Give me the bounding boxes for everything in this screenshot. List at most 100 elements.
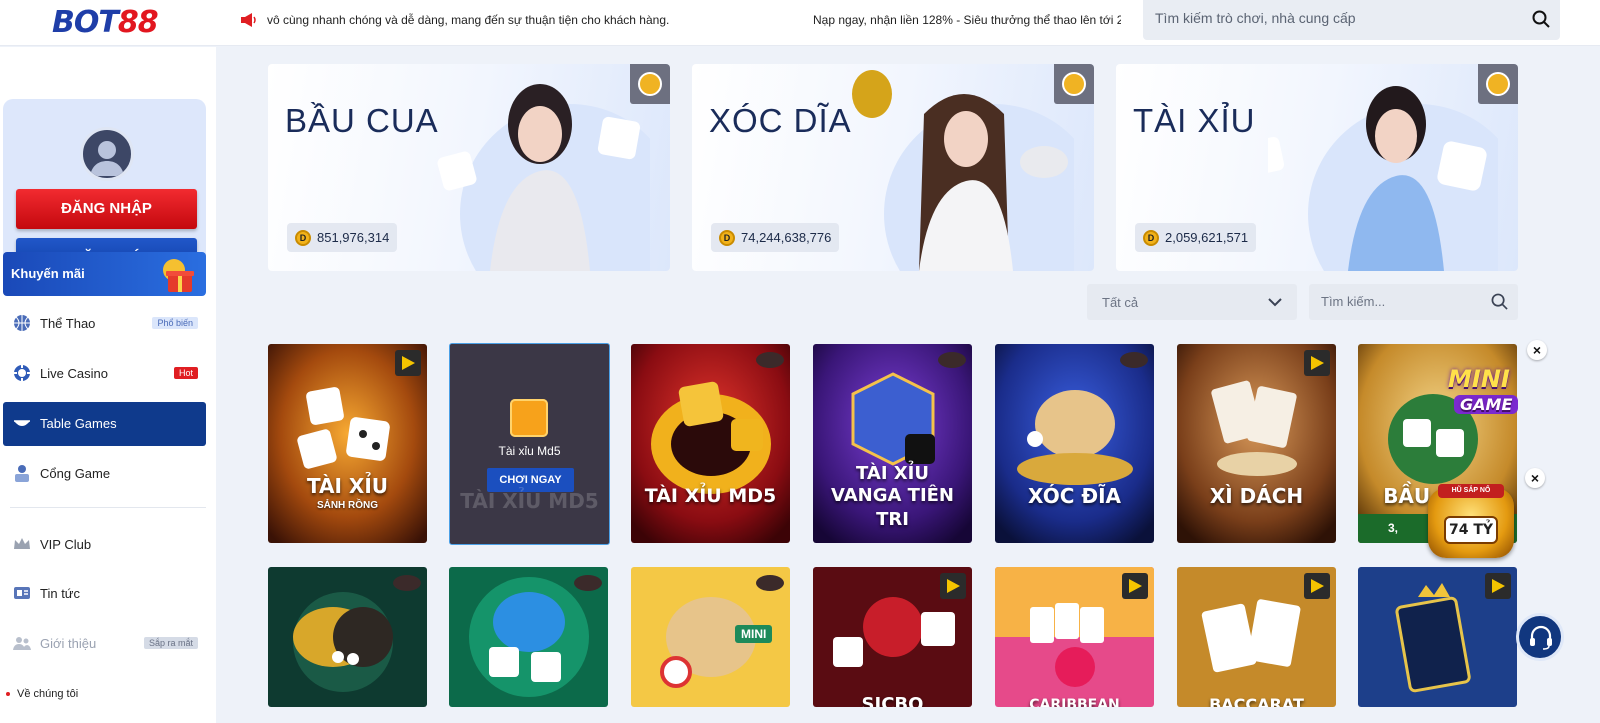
provider-badge-icon xyxy=(756,575,784,591)
game-card-tai-xiu-md5-hover[interactable]: Tài xỉu Md5 CHƠI NGAY TÀI XỈU MD5 xyxy=(449,343,610,545)
sidebar-item-promotions[interactable]: Khuyến mãi xyxy=(3,252,206,296)
game-card-row2-7[interactable] xyxy=(1358,567,1517,707)
sidebar-divider xyxy=(10,507,206,508)
banner-tai-xiu[interactable]: TÀI XỈU D 2,059,621,571 xyxy=(1116,64,1518,271)
sidebar-item-label: VIP Club xyxy=(40,537,92,552)
gift-icon xyxy=(163,259,194,292)
sidebar-item-label: Tin tức xyxy=(40,586,81,601)
game-card-sicbo[interactable]: SICBO xyxy=(813,567,972,707)
status-badge: Sắp ra mắt xyxy=(143,637,198,649)
provider-badge-icon xyxy=(393,575,421,591)
jackpot-widget[interactable]: HŨ SẮP NỔ 74 TỶ xyxy=(1428,478,1514,562)
game-card-tai-xiu-sanh-rong[interactable]: TÀI XỈU SẢNH RỒNG xyxy=(268,344,427,543)
crown-icon xyxy=(14,538,30,549)
close-icon[interactable]: × xyxy=(1525,468,1545,488)
headset-icon xyxy=(1530,625,1552,650)
sidebar-item-label: Thể Thao xyxy=(40,316,96,331)
top-search-box xyxy=(1143,0,1560,40)
support-button[interactable] xyxy=(1516,613,1564,661)
game-title: TÀI XỈU xyxy=(306,474,389,498)
provider-badge-icon xyxy=(756,352,784,368)
jackpot-value: 74 TỶ xyxy=(1444,516,1498,544)
avatar xyxy=(80,127,134,181)
sidebar-item-vip-club[interactable]: VIP Club xyxy=(3,523,206,567)
game-art xyxy=(995,344,1154,543)
minigame-widget[interactable]: MINI GAME xyxy=(1448,365,1540,435)
jackpot-partial: 3, xyxy=(1388,521,1399,535)
jackpot-amount: D 74,244,638,776 xyxy=(711,223,840,252)
game-card-baccarat[interactable]: BACCARAT xyxy=(1177,567,1336,707)
sidebar-item-label: Khuyến mãi xyxy=(11,266,85,281)
sidebar-item-game-portal[interactable]: Cổng Game xyxy=(3,452,206,496)
game-title: TÀI XỈU MD5 xyxy=(644,485,777,507)
sidebar-item-sports[interactable]: Thể Thao Phổ biến xyxy=(3,302,206,346)
provider-badge-icon xyxy=(1120,352,1148,368)
game-title: BACCARAT xyxy=(1209,695,1304,707)
close-icon[interactable]: × xyxy=(1527,340,1547,360)
game-search-input[interactable] xyxy=(1321,294,1481,309)
user-icon xyxy=(90,141,124,176)
provider-badge-icon xyxy=(1304,573,1330,599)
sidebar-item-label: Table Games xyxy=(40,416,117,431)
game-art xyxy=(631,344,790,543)
game-card-row2-3[interactable]: MINI xyxy=(631,567,790,707)
sidebar-item-news[interactable]: Tin tức xyxy=(3,572,206,616)
provider-badge-icon xyxy=(1304,350,1330,376)
table-games-icon xyxy=(14,420,30,426)
banner-title: BẦU CUA xyxy=(285,102,439,139)
search-icon[interactable] xyxy=(1532,10,1550,28)
brand-logo[interactable]: BOT88 xyxy=(52,5,159,40)
people-icon xyxy=(13,637,31,650)
provider-logo-icon xyxy=(630,64,670,104)
marquee-text-2: Nạp ngay, nhận liền 128% - Siêu thưởng t… xyxy=(813,13,1121,27)
sidebar: ĐĂNG NHẬP ĐĂNG KÝ Khuyến mãi Thể Thao Ph… xyxy=(0,47,216,723)
status-badge: Phổ biến xyxy=(152,317,198,329)
provider-badge-icon xyxy=(395,350,421,376)
banner-xoc-dia[interactable]: XÓC DĨA D 74,244,638,776 xyxy=(692,64,1094,271)
sidebar-item-live-casino[interactable]: Live Casino Hot xyxy=(3,352,206,396)
provider-badge-icon xyxy=(938,352,966,368)
game-title: SICBO xyxy=(861,694,924,707)
sidebar-item-label: Giới thiệu xyxy=(40,636,97,651)
sidebar-item-label: Live Casino xyxy=(40,366,108,381)
provider-logo-icon xyxy=(1478,64,1518,104)
mini-tag: MINI xyxy=(735,625,773,643)
about-us-link[interactable]: Về chúng tôi xyxy=(6,688,78,700)
game-card-caribbean[interactable]: CARIBBEAN xyxy=(995,567,1154,707)
banner-title: XÓC DĨA xyxy=(709,102,852,139)
provider-badge-icon xyxy=(940,573,966,599)
megaphone-icon xyxy=(241,13,256,27)
jackpot-amount: D 2,059,621,571 xyxy=(1135,223,1257,252)
game-title: XÌ DÁCH xyxy=(1209,484,1304,508)
game-subtitle: SẢNH RỒNG xyxy=(316,500,379,511)
sidebar-item-label: Cổng Game xyxy=(40,466,111,481)
provider-badge-icon xyxy=(1122,573,1148,599)
casino-chip-icon xyxy=(14,365,30,381)
banner-title: TÀI XỈU xyxy=(1133,102,1256,139)
game-card-xi-dach[interactable]: XÌ DÁCH xyxy=(1177,344,1336,543)
game-title: XÓC ĐĨA xyxy=(1027,484,1122,508)
game-card-xoc-dia[interactable]: XÓC ĐĨA xyxy=(995,344,1154,543)
banner-bau-cua[interactable]: BẦU CUA D 851,976,314 xyxy=(268,64,670,271)
game-card-tai-xiu-vanga[interactable]: TÀI XỈU VANGA TIÊN TRI xyxy=(813,344,972,543)
marquee-text: vô cùng nhanh chóng và dễ dàng, mang đến… xyxy=(267,13,670,27)
jackpot-amount: D 851,976,314 xyxy=(287,223,398,252)
provider-logo-icon xyxy=(1054,64,1094,104)
provider-badge-icon xyxy=(574,575,602,591)
status-badge: Hot xyxy=(173,367,198,379)
game-search-box xyxy=(1309,284,1518,320)
basketball-icon xyxy=(14,315,30,331)
coin-icon: D xyxy=(1143,230,1159,246)
category-select[interactable]: Tất cả xyxy=(1087,284,1297,320)
game-card-tai-xiu-md5[interactable]: TÀI XỈU MD5 xyxy=(631,344,790,543)
news-icon xyxy=(14,587,30,599)
sidebar-item-table-games[interactable]: Table Games xyxy=(3,402,206,446)
sidebar-item-about[interactable]: Giới thiệu Sắp ra mắt xyxy=(3,622,206,666)
game-card-row2-1[interactable] xyxy=(268,567,427,707)
search-icon[interactable] xyxy=(1491,293,1508,310)
banner-figure xyxy=(437,84,650,271)
game-title: CARIBBEAN xyxy=(1029,697,1120,707)
top-search-input[interactable] xyxy=(1155,10,1515,26)
game-card-row2-2[interactable] xyxy=(449,567,608,707)
login-button[interactable]: ĐĂNG NHẬP xyxy=(16,189,197,229)
